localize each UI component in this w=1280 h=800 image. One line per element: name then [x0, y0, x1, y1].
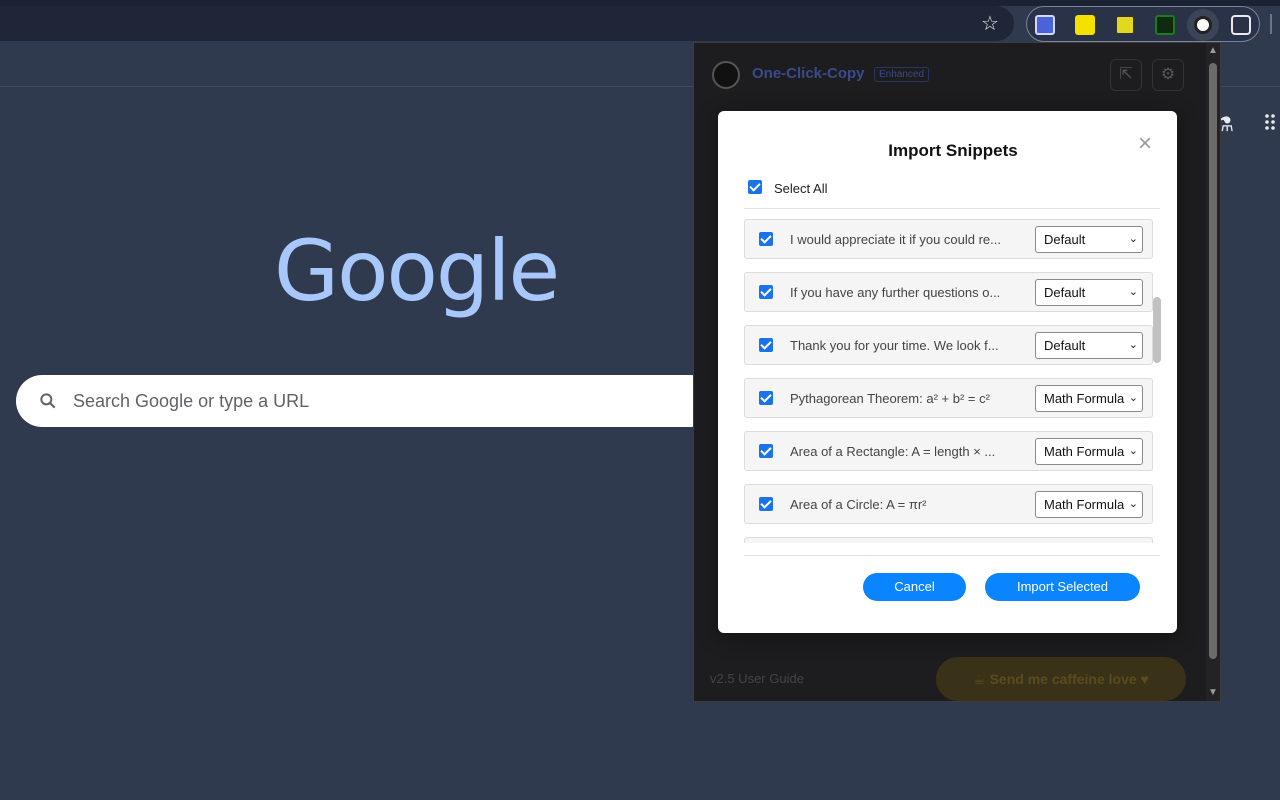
dialog-title: Import Snippets [888, 141, 1018, 160]
snippet-row: Thank you for your time. We look f... De… [744, 325, 1153, 365]
snippet-row: Area of a Rectangle: A = length × ... Ma… [744, 431, 1153, 471]
popup-logo-icon [712, 61, 740, 89]
category-select[interactable]: Default ⌄ [1035, 226, 1143, 253]
search-box[interactable]: Search Google or type a URL [16, 375, 716, 427]
ext-grid-icon[interactable] [1035, 15, 1055, 35]
popup-badge: Enhanced [874, 67, 930, 82]
snippet-row [744, 537, 1153, 543]
select-all-checkbox[interactable] [748, 180, 762, 194]
category-value: Default [1044, 285, 1086, 300]
ext-highlighter-icon[interactable] [1115, 15, 1135, 35]
close-icon[interactable]: × [1134, 132, 1156, 156]
chevron-down-icon: ⌄ [1126, 333, 1138, 358]
popup-title: One-Click-Copy [752, 65, 865, 82]
chevron-down-icon: ⌄ [1126, 492, 1138, 517]
snippet-checkbox[interactable] [759, 232, 773, 246]
popup-scrollbar[interactable]: ▲ ▼ [1206, 43, 1220, 701]
extensions-toolbar [1026, 6, 1260, 42]
header-divider [744, 208, 1160, 209]
category-value: Math Formula [1044, 497, 1125, 512]
category-select[interactable]: Default ⌄ [1035, 279, 1143, 306]
snippet-text: Pythagorean Theorem: a² + b² = c² [790, 391, 990, 406]
coffee-button-label: Send me caffeine love [989, 671, 1137, 687]
chevron-down-icon: ⌄ [1126, 227, 1138, 252]
open-external-icon[interactable]: ⇱ [1110, 59, 1142, 91]
bookmark-star-icon[interactable]: ☆ [978, 12, 1002, 36]
category-select[interactable]: Math Formula ⌄ [1035, 438, 1143, 465]
ext-chart-icon[interactable] [1155, 15, 1175, 35]
category-value: Default [1044, 232, 1086, 247]
snippet-row: If you have any further questions o... D… [744, 272, 1153, 312]
one-click-copy-logo-icon [1194, 16, 1212, 34]
category-value: Math Formula [1044, 444, 1125, 459]
snippet-text: Area of a Rectangle: A = length × ... [790, 444, 996, 459]
snippet-checkbox[interactable] [759, 497, 773, 511]
snippet-text: I would appreciate it if you could re... [790, 232, 1002, 247]
scroll-up-icon[interactable]: ▲ [1208, 45, 1218, 56]
settings-gear-icon[interactable]: ⚙ [1152, 59, 1184, 91]
import-snippets-dialog: Import Snippets × Select All I would app… [718, 111, 1177, 633]
user-guide-link[interactable]: v2.5 User Guide [710, 671, 804, 686]
category-value: Math Formula [1044, 391, 1125, 406]
snippet-checkbox[interactable] [759, 444, 773, 458]
snippet-text: If you have any further questions o... [790, 285, 1001, 300]
snippet-row: Area of a Circle: A = πr² Math Formula ⌄ [744, 484, 1153, 524]
category-select[interactable]: Default ⌄ [1035, 332, 1143, 359]
scroll-down-icon[interactable]: ▼ [1208, 687, 1218, 698]
snippet-checkbox[interactable] [759, 391, 773, 405]
snippet-checkbox[interactable] [759, 285, 773, 299]
chevron-down-icon: ⌄ [1126, 439, 1138, 464]
category-select[interactable]: Math Formula ⌄ [1035, 491, 1143, 518]
snippet-text: Thank you for your time. We look f... [790, 338, 999, 353]
heart-icon: ♥ [1136, 671, 1149, 687]
toolbar-separator [1270, 14, 1272, 34]
snippet-row: I would appreciate it if you could re...… [744, 219, 1153, 259]
cancel-button[interactable]: Cancel [863, 573, 966, 601]
google-logo: Google [274, 222, 560, 320]
coffee-button[interactable]: ☕ Send me caffeine love ♥ [936, 657, 1186, 701]
snippet-text: Area of a Circle: A = πr² [790, 497, 927, 512]
category-value: Default [1044, 338, 1086, 353]
coffee-icon: ☕ [973, 671, 990, 687]
popup-scrollbar-thumb[interactable] [1209, 63, 1217, 659]
select-all-label[interactable]: Select All [774, 181, 827, 196]
ext-one-click-copy-icon[interactable] [1187, 9, 1219, 41]
ext-puzzle-icon[interactable] [1231, 15, 1251, 35]
chevron-down-icon: ⌄ [1126, 386, 1138, 411]
snippet-checkbox[interactable] [759, 338, 773, 352]
snippet-list-scrollbar[interactable] [1153, 297, 1161, 363]
search-placeholder: Search Google or type a URL [73, 391, 310, 411]
address-bar[interactable] [0, 6, 1014, 41]
category-select[interactable]: Math Formula ⌄ [1035, 385, 1143, 412]
snippet-list[interactable]: I would appreciate it if you could re...… [744, 219, 1156, 543]
footer-divider [744, 555, 1160, 556]
search-icon [40, 393, 56, 409]
chevron-down-icon: ⌄ [1126, 280, 1138, 305]
ext-note-icon[interactable] [1075, 15, 1095, 35]
snippet-row: Pythagorean Theorem: a² + b² = c² Math F… [744, 378, 1153, 418]
import-selected-button[interactable]: Import Selected [985, 573, 1140, 601]
google-apps-icon[interactable] [1264, 112, 1278, 132]
